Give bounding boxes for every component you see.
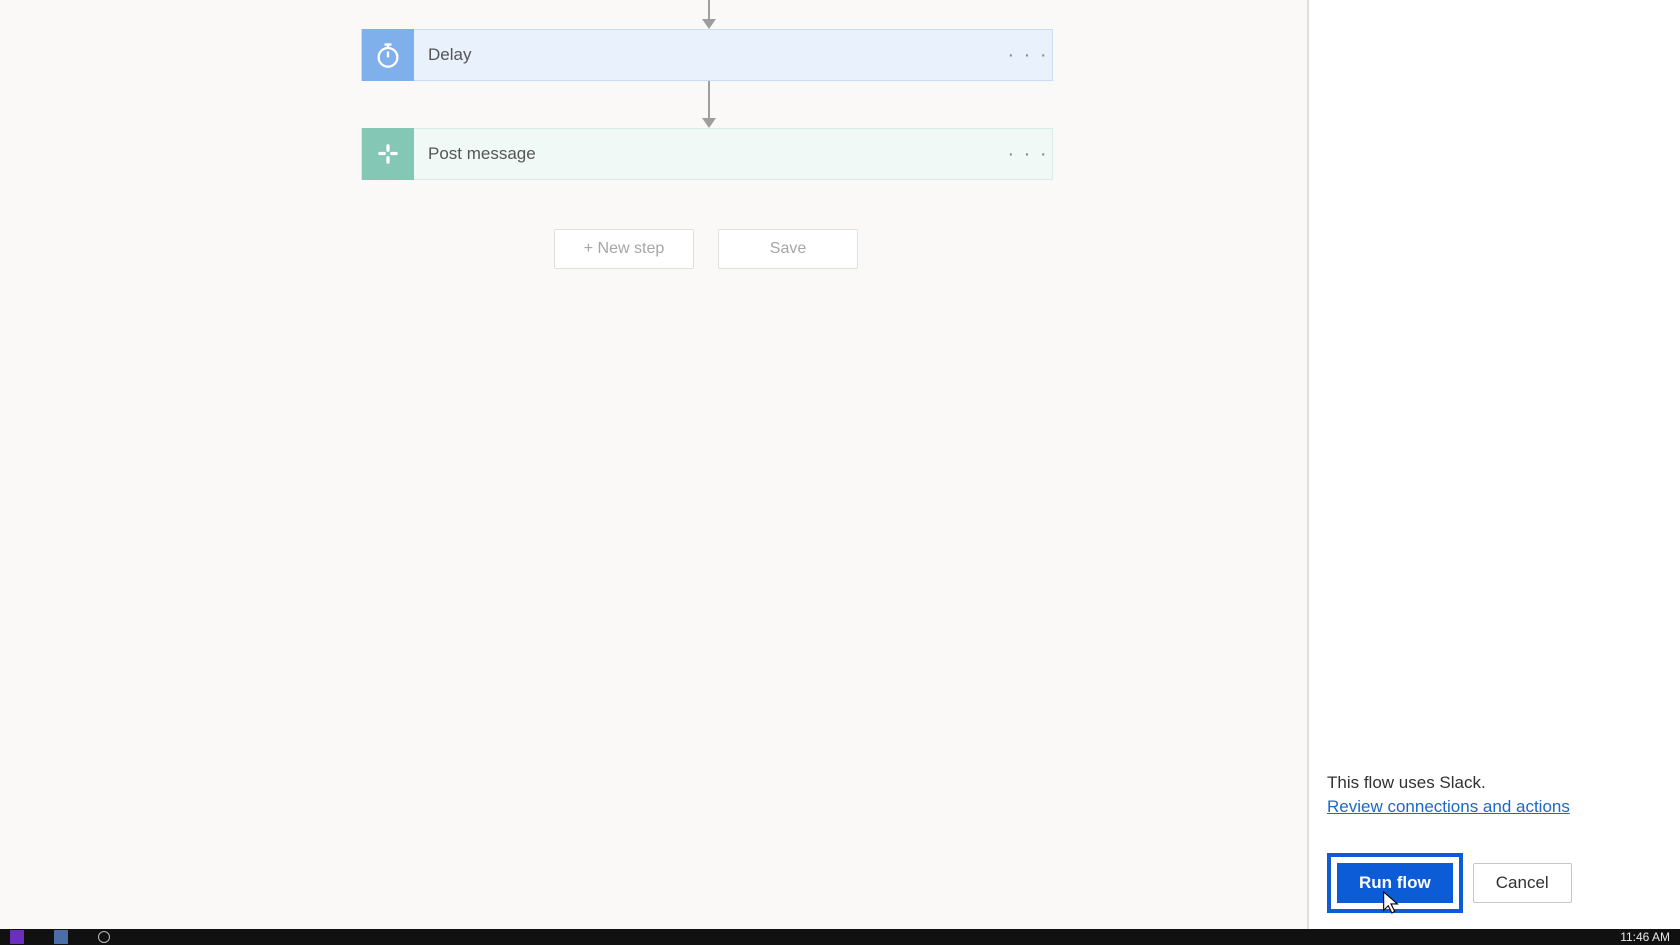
cancel-button[interactable]: Cancel <box>1473 863 1572 903</box>
stopwatch-icon <box>362 29 414 81</box>
taskbar-app-icon[interactable] <box>54 930 68 944</box>
new-step-button[interactable]: + New step <box>554 229 694 269</box>
canvas-actions: + New step Save <box>554 229 858 269</box>
panel-info-text: This flow uses Slack. <box>1327 773 1662 793</box>
flow-step-post-message[interactable]: Post message · · · <box>361 128 1053 180</box>
taskbar-app-icon[interactable] <box>98 931 110 943</box>
step-menu-button[interactable]: · · · <box>1004 128 1052 180</box>
flow-step-label: Post message <box>414 144 1004 164</box>
flow-canvas: Delay · · · Post message · · · + New ste… <box>0 0 1308 945</box>
slack-icon <box>362 128 414 180</box>
connector-arrow <box>700 0 718 29</box>
taskbar: 11:46 AM <box>0 929 1680 945</box>
taskbar-clock: 11:46 AM <box>1620 930 1670 944</box>
run-flow-button[interactable]: Run flow <box>1337 863 1453 903</box>
review-connections-link[interactable]: Review connections and actions <box>1327 797 1570 817</box>
run-flow-panel: This flow uses Slack. Review connections… <box>1308 0 1680 945</box>
flow-step-label: Delay <box>414 45 1004 65</box>
save-button[interactable]: Save <box>718 229 858 269</box>
run-flow-highlight: Run flow <box>1327 853 1463 913</box>
flow-step-delay[interactable]: Delay · · · <box>361 29 1053 81</box>
connector-arrow <box>700 81 718 128</box>
step-menu-button[interactable]: · · · <box>1004 29 1052 81</box>
taskbar-app-icon[interactable] <box>10 930 24 944</box>
